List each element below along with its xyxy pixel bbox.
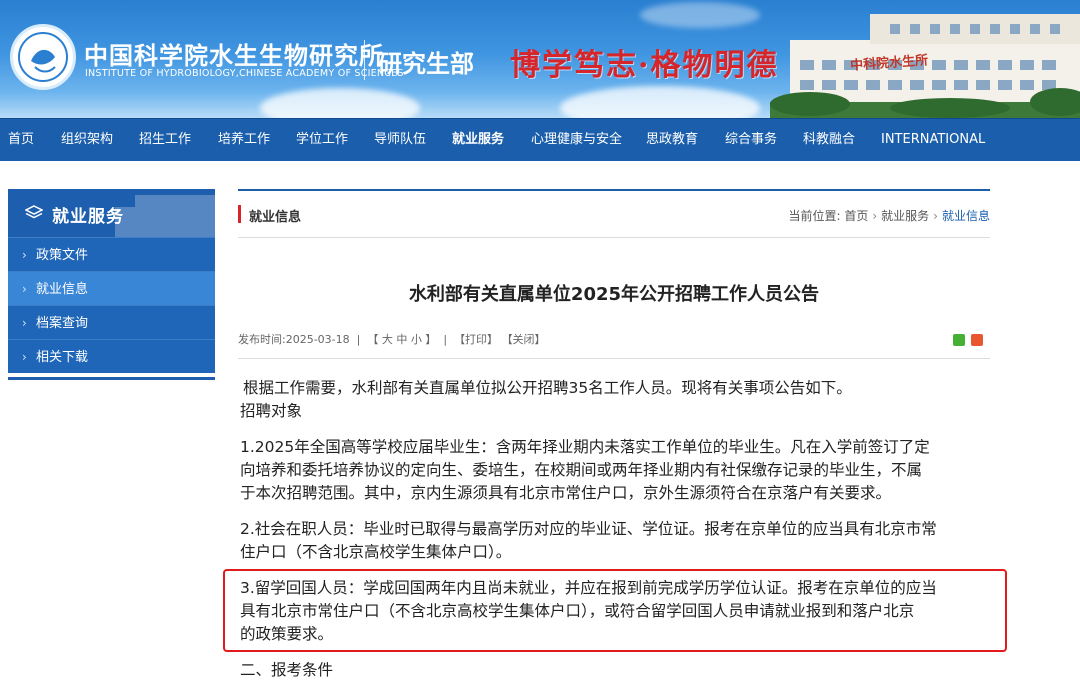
breadcrumb-separator: › (933, 209, 938, 223)
sidebar-item-label: 就业信息 (36, 282, 89, 297)
paragraph-line: 1.2025年全国高等学校应届毕业生：含两年择业期内未落实工作单位的毕业生。凡在… (240, 438, 930, 456)
nav-admissions[interactable]: 招生工作 (139, 119, 191, 161)
sidebar-item-label: 相关下载 (36, 350, 89, 365)
article-title: 水利部有关直属单位2025年公开招聘工作人员公告 (408, 284, 820, 305)
paragraph-line: 向培养和委托培养协议的定向生、委培生，在校期间或两年择业期内有社保缴存记录的毕业… (240, 461, 923, 479)
sidebar-item-employment-info[interactable]: › 就业信息 (8, 271, 215, 305)
header-banner: 中国科学院水生生物研究所 INSTITUTE OF HYDROBIOLOGY,C… (0, 0, 1080, 118)
print-link[interactable]: 【打印】 (454, 333, 498, 346)
cloud-decoration (260, 88, 420, 118)
nav-supervisors[interactable]: 导师队伍 (374, 119, 426, 161)
close-link[interactable]: 【关闭】 (502, 333, 546, 346)
main-nav: 首页 组织架构 招生工作 培养工作 学位工作 导师队伍 就业服务 心理健康与安全… (0, 118, 1080, 161)
breadcrumb-home[interactable]: 首页 (844, 209, 868, 223)
sidebar-header: 就业服务 (8, 189, 215, 237)
institute-logo[interactable] (10, 24, 76, 90)
sidebar-item-label: 政策文件 (36, 248, 89, 263)
paragraph-line: 于本次招聘范围。其中，京内生源须具有北京市常住户口，京外生源须符合在京落户有关要… (240, 484, 892, 502)
motto-calligraphy: 博学笃志·格物明德 (510, 48, 779, 83)
breadcrumb-employment[interactable]: 就业服务 (881, 209, 929, 223)
cloud-decoration (560, 86, 760, 118)
publish-date-label: 发布时间: (238, 333, 286, 346)
paragraph-line: 3.留学回国人员：学成回国两年内且尚未就业，并应在报到前完成学历学位认证。报考在… (240, 579, 937, 597)
sidebar-item-downloads[interactable]: › 相关下载 (8, 339, 215, 373)
meta-separator: | (353, 333, 368, 346)
sidebar-item-policy[interactable]: › 政策文件 (8, 237, 215, 271)
content-top-border (238, 189, 990, 191)
font-size-switcher[interactable]: 【 大 中 小 】 (367, 333, 436, 346)
sidebar-title: 就业服务 (52, 207, 124, 227)
publish-date: 2025-03-18 (285, 333, 350, 346)
nav-degree[interactable]: 学位工作 (296, 119, 348, 161)
divider (238, 358, 990, 359)
nav-science-education[interactable]: 科教融合 (803, 119, 855, 161)
paragraph-heading-requirements: 二、报考条件 (240, 661, 334, 679)
article-meta: 发布时间:2025-03-18 | 【 大 中 小 】 | 【打印】 【关闭】 (238, 331, 546, 347)
sidebar-item-archives[interactable]: › 档案查询 (8, 305, 215, 339)
paragraph-line: 具有北京市常住户口（不含北京高校学生集体户口），或符合留学回国人员申请就业报到和… (240, 602, 915, 620)
institute-name-cn: 中国科学院水生生物研究所 (84, 42, 384, 70)
breadcrumb-current[interactable]: 就业信息 (942, 209, 990, 223)
sidebar-item-label: 档案查询 (36, 316, 89, 331)
cloud-decoration (640, 2, 760, 28)
institute-name-en: INSTITUTE OF HYDROBIOLOGY,CHINESE ACADEM… (85, 68, 404, 79)
chevron-right-icon: › (22, 316, 27, 330)
paragraph-line: 2.社会在职人员：毕业时已取得与最高学历对应的毕业证、学位证。报考在京单位的应当… (240, 520, 937, 538)
paragraph-heading-recruitment-target: 招聘对象 (240, 402, 303, 420)
paragraph-line: 的政策要求。 (240, 625, 334, 643)
breadcrumb-separator: › (872, 209, 878, 223)
breadcrumb: 当前位置: 首页 › 就业服务 › 就业信息 (788, 207, 990, 224)
chevron-right-icon: › (22, 282, 27, 296)
breadcrumb-label: 当前位置: (788, 209, 841, 223)
chevron-right-icon: › (22, 248, 27, 262)
paragraph-line: 住户口（不含北京高校学生集体户口）。 (240, 543, 512, 561)
banner-divider (364, 40, 365, 80)
layers-icon (25, 205, 43, 219)
section-marker (238, 205, 241, 223)
nav-general-affairs[interactable]: 综合事务 (725, 119, 777, 161)
nav-ideology[interactable]: 思政教育 (646, 119, 698, 161)
chevron-right-icon: › (22, 350, 27, 364)
divider (238, 237, 990, 238)
wechat-share-icon[interactable] (953, 334, 965, 346)
paragraph-intro: 根据工作需要，水利部有关直属单位拟公开招聘35名工作人员。现将有关事项公告如下。 (243, 379, 852, 397)
weibo-share-icon[interactable] (971, 334, 983, 346)
nav-mental-health[interactable]: 心理健康与安全 (531, 119, 622, 161)
nav-home[interactable]: 首页 (8, 119, 34, 161)
sidebar-menu: › 政策文件 › 就业信息 › 档案查询 › 相关下载 (8, 237, 215, 373)
section-title: 就业信息 (249, 210, 302, 225)
sidebar-bottom-border (8, 377, 215, 380)
meta-separator: | (439, 333, 455, 346)
nav-employment[interactable]: 就业服务 (452, 119, 504, 161)
department-name: 研究生部 (378, 50, 474, 78)
nav-organization[interactable]: 组织架构 (61, 119, 113, 161)
nav-training[interactable]: 培养工作 (218, 119, 270, 161)
nav-international[interactable]: INTERNATIONAL (881, 119, 985, 161)
